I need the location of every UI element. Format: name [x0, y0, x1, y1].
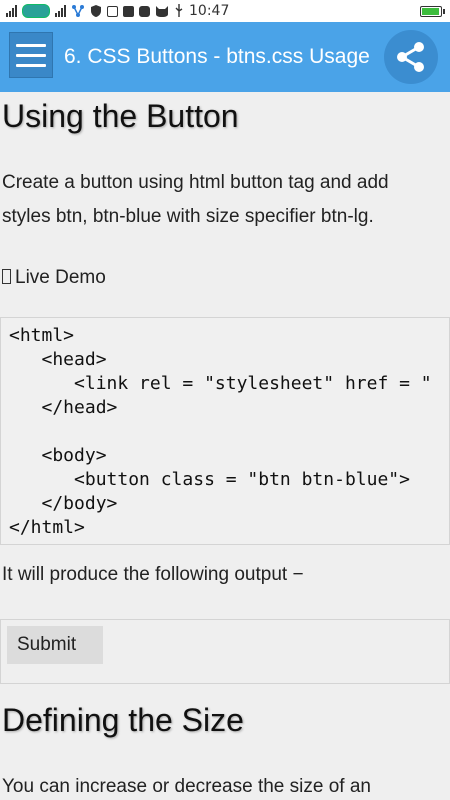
- code-line: <link rel = "stylesheet" href = ": [9, 373, 432, 394]
- live-demo-label: Live Demo: [15, 267, 106, 288]
- heading-defining-the-size: Defining the Size: [2, 702, 244, 738]
- status-bar-left: 10:47: [6, 0, 229, 22]
- hamburger-menu-icon[interactable]: [9, 32, 53, 78]
- missing-glyph-icon: [2, 269, 11, 284]
- status-bar-right: [420, 0, 445, 22]
- signal-icon: [55, 5, 66, 17]
- share-button[interactable]: [384, 30, 438, 84]
- code-line: </head>: [9, 397, 118, 418]
- code-lines: <html> <head> <link rel = "stylesheet" h…: [1, 318, 449, 540]
- usb-icon: [175, 4, 183, 17]
- size-description: You can increase or decrease the size of…: [2, 776, 371, 797]
- code-line: <html>: [9, 325, 75, 346]
- description-line-1: Create a button using html button tag an…: [2, 172, 389, 193]
- code-line: <button class = "btn btn-blue">: [9, 469, 410, 490]
- code-line: </body>: [9, 493, 118, 514]
- code-line: </html>: [9, 517, 85, 538]
- submit-button[interactable]: Submit: [7, 626, 103, 664]
- status-time: 10:47: [189, 3, 230, 19]
- battery-level: [422, 7, 439, 15]
- zalo-icon: [139, 5, 150, 17]
- carrier-logo-icon: [22, 4, 50, 18]
- output-description: It will produce the following output −: [2, 564, 304, 585]
- signal-icon: [6, 5, 17, 17]
- heading-using-the-button: Using the Button: [2, 98, 239, 134]
- app-bar: 6. CSS Buttons - btns.css Usage: [0, 22, 450, 92]
- description-paragraph: Create a button using html button tag an…: [2, 166, 442, 234]
- share-icon: [397, 42, 424, 72]
- output-demo-box: Submit: [0, 619, 450, 684]
- cat-icon: [156, 5, 168, 17]
- status-bar: 10:47: [0, 0, 450, 22]
- shield-icon: [91, 5, 101, 17]
- description-line-2: styles btn, btn-blue with size specifier…: [2, 206, 374, 227]
- code-line: <head>: [9, 349, 107, 370]
- instagram-icon: [107, 5, 118, 17]
- facebook-icon: [123, 5, 134, 17]
- code-line: <body>: [9, 445, 107, 466]
- code-block: <html> <head> <link rel = "stylesheet" h…: [0, 317, 450, 545]
- battery-icon: [420, 5, 445, 17]
- main-content: Using the Button Create a button using h…: [0, 92, 450, 800]
- live-demo-link[interactable]: Live Demo: [2, 267, 106, 289]
- network-icon: [72, 5, 84, 17]
- page-title: 6. CSS Buttons - btns.css Usage: [64, 45, 370, 68]
